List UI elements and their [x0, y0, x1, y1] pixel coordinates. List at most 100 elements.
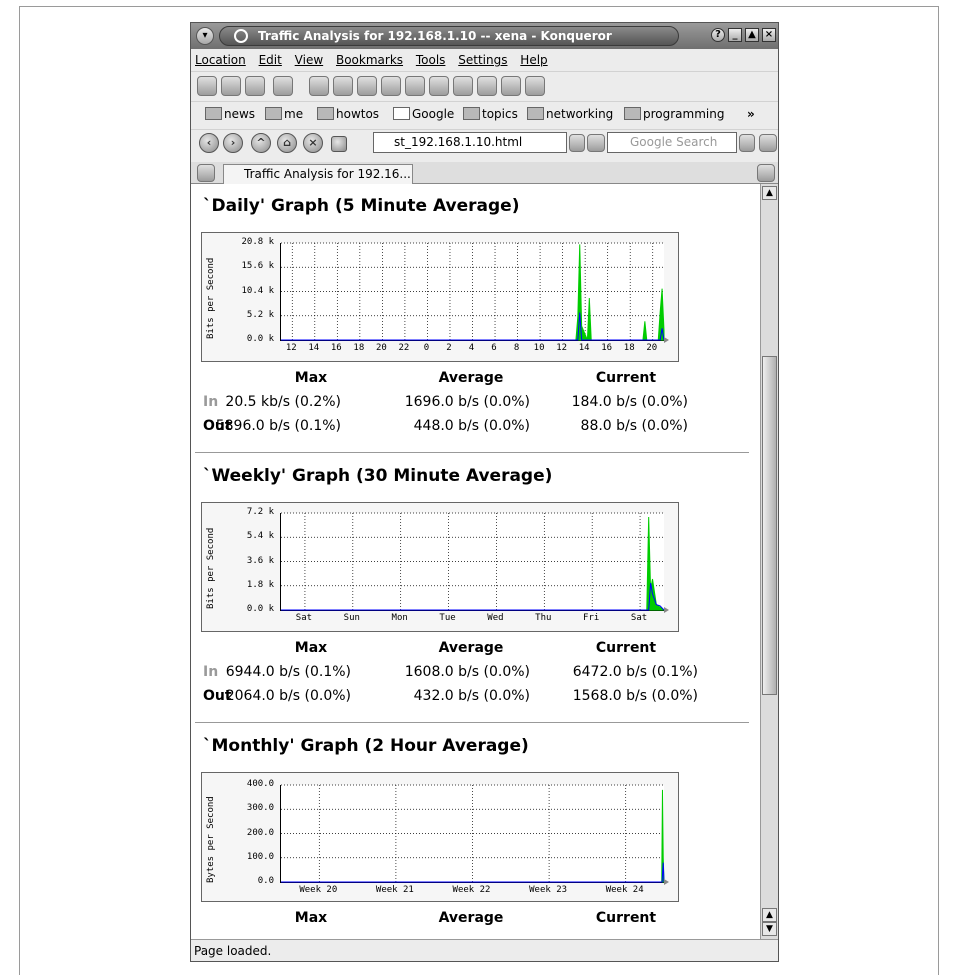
search-field[interactable]: Google Search [607, 132, 737, 153]
x-tick-label: Sat [295, 613, 313, 623]
average-header: Average [438, 640, 504, 656]
y-tick-label: 0.0 k [246, 334, 274, 344]
find-icon[interactable] [333, 76, 353, 96]
bookmark-topics[interactable]: topics [463, 105, 518, 123]
x-tick-label: 16 [601, 343, 613, 353]
zoom-icon[interactable] [197, 76, 217, 96]
current-header: Current [595, 910, 657, 926]
chart-svg [281, 242, 669, 343]
menu-view[interactable]: View [295, 53, 323, 67]
daily-graph: Bits per Second 0.0 k 5.2 k 10.4 k 15.6 k 20… [201, 232, 679, 362]
weekly-graph-title: `Weekly' Graph (30 Minute Average) [203, 466, 553, 486]
close-tab-icon[interactable] [757, 164, 775, 182]
folder-icon [624, 107, 641, 120]
x-tick-label: 20 [646, 343, 658, 353]
bookmark-google[interactable]: Google [393, 105, 454, 123]
go-icon[interactable] [587, 134, 605, 152]
out-current: 1568.0 b/s (0.0%) [572, 688, 698, 704]
tab-traffic-analysis[interactable]: Traffic Analysis for 192.16... [223, 164, 413, 185]
in-current: 184.0 b/s (0.0%) [571, 394, 688, 410]
y-tick-label: 3.6 k [246, 555, 274, 566]
search-dropdown-icon[interactable] [739, 134, 755, 152]
bookmark-networking[interactable]: networking [527, 105, 613, 123]
reload-icon[interactable] [759, 134, 777, 152]
wrench-icon[interactable] [429, 76, 449, 96]
x-tick-label: 12 [556, 343, 568, 353]
help-icon[interactable]: ? [711, 28, 725, 42]
x-tick-label: Tue [439, 613, 456, 623]
menu-help[interactable]: Help [520, 53, 547, 67]
forward-icon[interactable]: › [223, 133, 243, 153]
y-tick-label: 0.0 k [246, 604, 274, 614]
scroll-up-icon[interactable]: ▲ [762, 186, 777, 200]
bookmark-news[interactable]: news [205, 105, 255, 123]
x-tick-label: Wed [487, 613, 504, 623]
daily-plot-area [280, 242, 669, 343]
x-tick-label: 10 [533, 343, 545, 353]
in-label: In [203, 664, 219, 680]
bookmark-programming[interactable]: programming [624, 105, 724, 123]
menu-settings[interactable]: Settings [458, 53, 507, 67]
x-tick-label: Week 20 [299, 885, 338, 895]
x-tick-label: Week 22 [452, 885, 491, 895]
translate-icon[interactable] [501, 76, 521, 96]
view-icon[interactable] [309, 76, 329, 96]
stop-icon[interactable]: × [303, 133, 323, 153]
back-icon[interactable]: ‹ [199, 133, 219, 153]
url-field[interactable]: st_192.168.1.10.html [373, 132, 567, 153]
split-vertical-icon[interactable] [381, 76, 401, 96]
clear-location-icon[interactable] [331, 136, 347, 152]
menu-location[interactable]: Location [195, 53, 246, 67]
y-tick-label: 200.0 [246, 827, 274, 838]
close-icon[interactable]: × [762, 28, 776, 42]
out-max: 5896.0 b/s (0.1%) [215, 418, 341, 434]
in-series [281, 517, 666, 611]
scroll-up-small-icon[interactable]: ▲ [762, 908, 777, 922]
new-tab-icon[interactable] [197, 164, 215, 182]
scroll-down-icon[interactable]: ▼ [762, 922, 777, 936]
y-tick-label: 15.6 k [241, 261, 274, 272]
minimize-icon[interactable]: _ [728, 28, 742, 42]
zoom-out-icon[interactable] [245, 76, 265, 96]
menu-edit[interactable]: Edit [259, 53, 282, 67]
window-menu-icon[interactable]: ▾ [196, 27, 214, 45]
star-icon[interactable] [453, 76, 473, 96]
split-horizontal-icon[interactable] [357, 76, 377, 96]
url-dropdown-icon[interactable] [569, 134, 585, 152]
home-icon[interactable]: ⌂ [277, 133, 297, 153]
in-average: 1696.0 b/s (0.0%) [404, 394, 530, 410]
bookmark-howtos[interactable]: howtos [317, 105, 379, 123]
zoom-in-icon[interactable] [221, 76, 241, 96]
plugin-icon[interactable] [477, 76, 497, 96]
folder-icon [527, 107, 544, 120]
window-title: Traffic Analysis for 192.168.1.10 -- xen… [219, 26, 679, 46]
out-average: 432.0 b/s (0.0%) [413, 688, 530, 704]
browser-window: ▾ Traffic Analysis for 192.168.1.10 -- x… [190, 22, 779, 962]
daily-graph-title: `Daily' Graph (5 Minute Average) [203, 196, 520, 216]
vertical-scrollbar[interactable]: ▲ ▲ ▼ [760, 184, 778, 939]
weekly-plot-area [280, 512, 669, 613]
window-icon[interactable] [405, 76, 425, 96]
maximize-icon[interactable]: ▲ [745, 28, 759, 42]
title-bar[interactable]: ▾ Traffic Analysis for 192.168.1.10 -- x… [191, 23, 778, 49]
lock-icon[interactable] [273, 76, 293, 96]
weekly-graph: Bits per Second 0.0 k 1.8 k 3.6 k 5.4 k 7.2 … [201, 502, 679, 632]
x-axis-arrow [664, 607, 669, 613]
bookmark-me[interactable]: me [265, 105, 303, 123]
menu-tools[interactable]: Tools [416, 53, 446, 67]
location-toolbar: ‹ › ^ ⌂ × st_192.168.1.10.html Google Se… [191, 129, 778, 162]
folder-icon [205, 107, 222, 120]
bookmarks-toolbar: news me howtos Google topics networking … [191, 101, 778, 129]
scrollbar-thumb[interactable] [762, 356, 777, 695]
bookmarks-more-button[interactable]: » [747, 105, 755, 123]
out-row: Out 5896.0 b/s (0.1%) 448.0 b/s (0.0%) 8… [191, 418, 760, 438]
x-tick-label: Fri [583, 613, 600, 623]
filter-icon[interactable] [525, 76, 545, 96]
x-tick-label: 20 [375, 343, 387, 353]
up-icon[interactable]: ^ [251, 133, 271, 153]
menu-bar: Location Edit View Bookmarks Tools Setti… [191, 49, 778, 71]
menu-bookmarks[interactable]: Bookmarks [336, 53, 403, 67]
in-max: 6944.0 b/s (0.1%) [225, 664, 351, 680]
in-row: In 20.5 kb/s (0.2%) 1696.0 b/s (0.0%) 18… [191, 394, 760, 414]
weekly-ylabel: Bits per Second [206, 527, 216, 609]
